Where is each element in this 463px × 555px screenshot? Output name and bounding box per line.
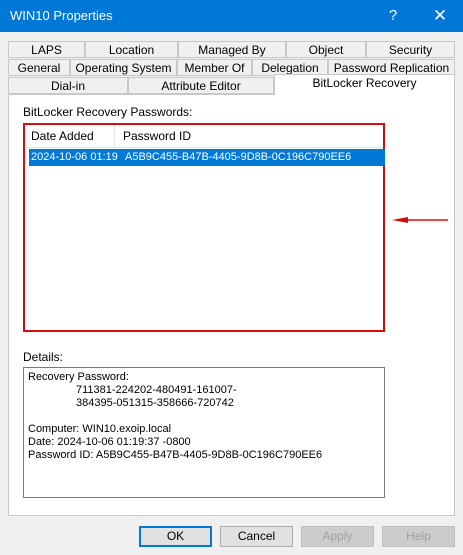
tab-dial-in[interactable]: Dial-in (8, 77, 128, 94)
tab-member-of[interactable]: Member Of (177, 59, 252, 76)
row-password-id: A5B9C455-B47B-4405-9D8B-0C196C790EE6 (125, 151, 352, 163)
recovery-password-label: Recovery Password: (28, 371, 129, 383)
column-password-id[interactable]: Password ID (117, 125, 383, 147)
details-textbox[interactable]: Recovery Password: 711381-224202-480491-… (23, 367, 385, 498)
recovery-password-line2: 384395-051315-358666-720742 (76, 397, 234, 409)
window-title: WIN10 Properties (10, 8, 113, 23)
details-spacer (28, 410, 380, 423)
details-label: Details: (23, 350, 64, 364)
help-icon[interactable]: ? (370, 0, 416, 32)
tab-security[interactable]: Security (366, 41, 455, 58)
details-computer: Computer: WIN10.exoip.local (28, 423, 172, 435)
recovery-password-list[interactable]: Date Added Password ID 2024-10-06 01:19 … (23, 123, 385, 332)
close-icon[interactable]: ✕ (417, 0, 463, 32)
tab-object[interactable]: Object (286, 41, 366, 58)
list-header: Date Added Password ID (25, 125, 383, 148)
list-item[interactable]: 2024-10-06 01:19 A5B9C455-B47B-4405-9D8B… (29, 149, 385, 166)
tab-general[interactable]: General (8, 59, 70, 76)
details-password-id: Password ID: A5B9C455-B47B-4405-9D8B-0C1… (28, 449, 323, 461)
red-arrow-annotation (392, 217, 448, 223)
help-button[interactable]: Help (382, 526, 455, 547)
cancel-button[interactable]: Cancel (220, 526, 293, 547)
title-bar: WIN10 Properties ? ✕ (0, 0, 463, 32)
recovery-password-line1: 711381-224202-480491-161007- (76, 384, 237, 396)
details-date: Date: 2024-10-06 01:19:37 -0800 (28, 436, 191, 448)
ok-button[interactable]: OK (139, 526, 212, 547)
tab-managed-by[interactable]: Managed By (178, 41, 286, 58)
tab-bitlocker-recovery[interactable]: BitLocker Recovery (274, 74, 455, 95)
tab-attribute-editor[interactable]: Attribute Editor (128, 77, 274, 94)
tab-operating-system[interactable]: Operating System (70, 59, 177, 76)
tab-location[interactable]: Location (85, 41, 178, 58)
recovery-passwords-label: BitLocker Recovery Passwords: (23, 105, 193, 119)
apply-button[interactable]: Apply (301, 526, 374, 547)
row-date-added: 2024-10-06 01:19 (31, 151, 118, 163)
tab-laps[interactable]: LAPS (8, 41, 85, 58)
column-date-added[interactable]: Date Added (25, 125, 115, 147)
